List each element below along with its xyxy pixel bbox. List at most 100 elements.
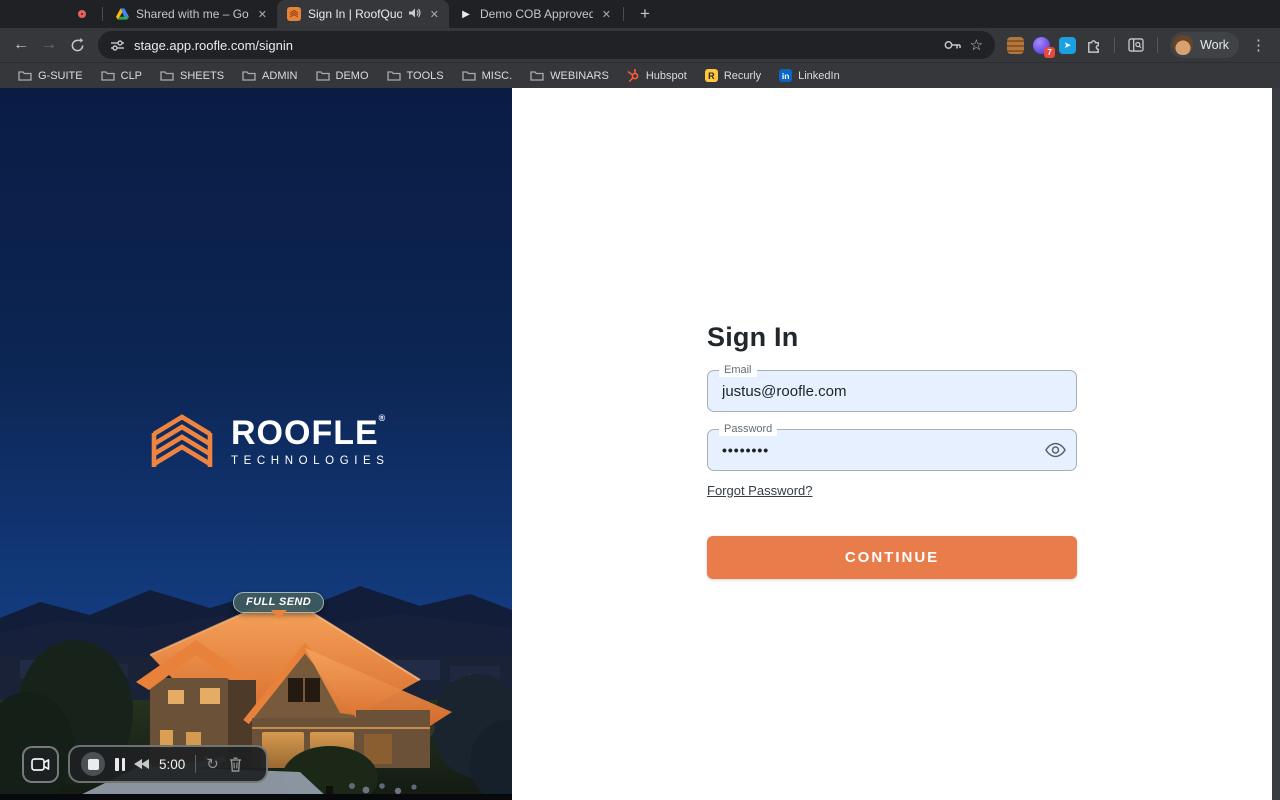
bookmark-recurly[interactable]: R Recurly: [697, 66, 769, 86]
delete-recording-button[interactable]: [229, 757, 242, 772]
browser-toolbar: ← → stage.app.roofle.com/signin ☆ 7 ➤ Wo…: [0, 28, 1280, 62]
bookmark-star-icon[interactable]: ☆: [970, 36, 983, 54]
folder-icon: [530, 71, 544, 81]
side-panel-icon[interactable]: [1123, 32, 1149, 58]
pinned-tab-recording[interactable]: [64, 0, 100, 28]
password-key-icon[interactable]: [944, 39, 961, 51]
forgot-password-link[interactable]: Forgot Password?: [707, 483, 813, 498]
folder-icon: [386, 71, 401, 81]
tab-google-drive[interactable]: Shared with me – Google Driv ✕: [105, 0, 277, 28]
profile-button[interactable]: Work: [1170, 32, 1239, 58]
tab-separator: [623, 7, 624, 21]
bookmark-label: Hubspot: [645, 69, 687, 82]
tab-title: Sign In | RoofQuote PRO®: [308, 7, 402, 21]
page-scrollbar[interactable]: [1272, 88, 1280, 800]
bookmark-folder-demo[interactable]: DEMO: [308, 66, 377, 86]
email-field-wrap: Email: [707, 364, 1077, 412]
tab-roofquote-signin[interactable]: Sign In | RoofQuote PRO® ✕: [277, 0, 449, 28]
roofle-logo-icon: [151, 414, 213, 467]
stop-recording-button[interactable]: [81, 752, 105, 776]
continue-button[interactable]: CONTINUE: [707, 536, 1077, 579]
avatar: [1173, 35, 1194, 55]
rewind-icon[interactable]: [134, 759, 149, 769]
eye-icon: [1045, 442, 1066, 458]
extensions-puzzle-icon[interactable]: [1085, 37, 1102, 54]
recording-indicator-icon: [78, 10, 86, 18]
hero-panel: ROOFLE® TECHNOLOGIES FULL SEND: [0, 88, 512, 800]
email-label: Email: [719, 364, 757, 377]
toggle-password-visibility-button[interactable]: [1045, 442, 1066, 458]
restart-recording-button[interactable]: ↻: [206, 757, 219, 772]
linkedin-icon: in: [779, 69, 793, 82]
bookmark-label: SHEETS: [180, 69, 225, 82]
bookmark-label: WEBINARS: [550, 69, 609, 82]
bookmark-label: CLP: [120, 69, 143, 82]
signin-form: Sign In Email Password Forgot Password? …: [707, 322, 1077, 579]
toolbar-separator: [1157, 37, 1159, 53]
bookmark-folder-admin[interactable]: ADMIN: [234, 66, 305, 86]
brand-sub: TECHNOLOGIES: [231, 454, 390, 467]
google-drive-icon: [115, 7, 129, 21]
folder-icon: [242, 71, 256, 81]
roofle-logo: ROOFLE® TECHNOLOGIES: [148, 412, 390, 470]
close-icon[interactable]: ✕: [256, 8, 269, 21]
signin-panel: Sign In Email Password Forgot Password? …: [512, 88, 1272, 800]
folder-icon: [100, 71, 115, 81]
recorder-divider: [195, 755, 197, 773]
audio-playing-icon[interactable]: [408, 5, 421, 23]
folder-icon: [18, 71, 32, 81]
profile-name: Work: [1200, 38, 1229, 52]
bookmark-label: MISC.: [481, 69, 513, 82]
bookmark-hubspot[interactable]: Hubspot: [619, 66, 695, 86]
pause-button[interactable]: [115, 757, 125, 771]
extension-icon[interactable]: 7: [1033, 36, 1056, 58]
password-field[interactable]: [708, 430, 1076, 470]
bookmark-folder-misc[interactable]: MISC.: [454, 66, 521, 86]
url-text: stage.app.roofle.com/signin: [134, 37, 293, 53]
recorder-controls: 5:00 ↻: [68, 745, 268, 783]
tab-title: Shared with me – Google Driv: [136, 7, 249, 21]
folder-icon: [315, 71, 330, 81]
recording-time: 5:00: [159, 756, 186, 772]
password-label: Password: [719, 423, 778, 436]
email-field[interactable]: [708, 371, 1076, 411]
password-field-wrap: Password: [707, 423, 1077, 471]
close-icon[interactable]: ✕: [428, 8, 441, 21]
site-info-icon[interactable]: [110, 39, 125, 52]
tab-strip: Shared with me – Google Driv ✕ Sign In |…: [0, 0, 1280, 28]
bookmark-folder-sheets[interactable]: SHEETS: [152, 66, 232, 86]
tab-separator: [102, 7, 103, 21]
menu-kebab-icon[interactable]: ⋮: [1245, 36, 1272, 54]
page-title: Sign In: [707, 322, 799, 352]
extension-send-icon[interactable]: ➤: [1059, 36, 1077, 54]
bookmark-folder-gsuite[interactable]: G-SUITE: [10, 66, 91, 86]
address-bar[interactable]: stage.app.roofle.com/signin ☆: [98, 31, 996, 59]
recurly-icon: R: [704, 69, 718, 82]
bookmark-folder-tools[interactable]: TOOLS: [379, 66, 452, 86]
bookmarks-bar: G-SUITE CLP SHEETS ADMIN DEMO TOOLS MISC…: [0, 62, 1280, 88]
page-content: ROOFLE® TECHNOLOGIES FULL SEND Sign In E…: [0, 88, 1280, 800]
brand-name: ROOFLE: [231, 413, 379, 452]
bookmark-label: DEMO: [335, 69, 369, 82]
reload-button[interactable]: [64, 32, 90, 58]
tab-demo-cob[interactable]: ▶ Demo COB Approved other D ✕: [449, 0, 621, 28]
camera-bubble-button[interactable]: [22, 746, 59, 783]
bookmark-label: LinkedIn: [798, 69, 840, 82]
tab-title: Demo COB Approved other D: [480, 7, 593, 21]
forward-button[interactable]: →: [36, 32, 62, 58]
folder-icon: [160, 71, 174, 81]
bookmark-folder-webinars[interactable]: WEBINARS: [522, 66, 617, 86]
roofle-wordmark: ROOFLE® TECHNOLOGIES: [231, 413, 390, 467]
toolbar-separator: [1114, 37, 1116, 53]
bookmark-label: TOOLS: [406, 69, 444, 82]
new-tab-button[interactable]: +: [632, 1, 658, 27]
back-button[interactable]: ←: [8, 32, 34, 58]
bookmark-label: Recurly: [723, 69, 762, 82]
bookmark-linkedin[interactable]: in LinkedIn: [771, 66, 848, 86]
extension-icon[interactable]: [1007, 36, 1025, 54]
close-icon[interactable]: ✕: [600, 8, 613, 21]
bookmark-folder-clp[interactable]: CLP: [93, 66, 150, 86]
hubspot-icon: [627, 69, 639, 82]
folder-icon: [461, 71, 476, 81]
bookmark-label: G-SUITE: [38, 69, 83, 82]
